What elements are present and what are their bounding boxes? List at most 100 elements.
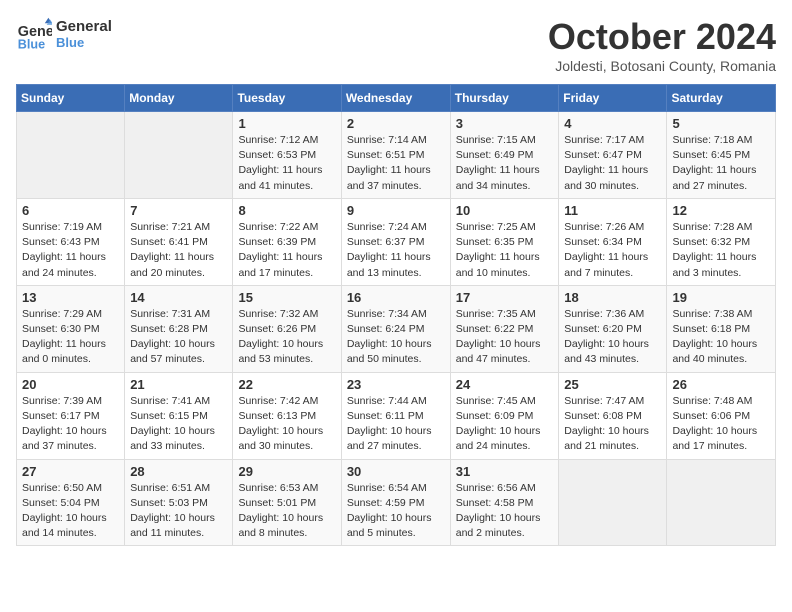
day-info: Sunrise: 7:24 AM Sunset: 6:37 PM Dayligh… xyxy=(347,220,445,281)
calendar-cell: 22Sunrise: 7:42 AM Sunset: 6:13 PM Dayli… xyxy=(233,372,341,459)
day-info: Sunrise: 7:21 AM Sunset: 6:41 PM Dayligh… xyxy=(130,220,227,281)
day-number: 25 xyxy=(564,377,661,392)
week-row-3: 20 Sunrise: 7:39 AM Sunset: 6:17 PM Dayli… xyxy=(17,372,776,459)
day-number: 6 xyxy=(22,203,119,218)
calendar-cell xyxy=(17,112,125,199)
day-number: 17 xyxy=(456,290,554,305)
week-row-1: 6Sunrise: 7:19 AM Sunset: 6:43 PM Daylig… xyxy=(17,198,776,285)
calendar-cell: 13 Sunrise: 7:29 AM Sunset: 6:30 PM Dayli… xyxy=(17,285,125,372)
header: General Blue General Blue October 2024 J… xyxy=(16,16,776,74)
logo-general: General xyxy=(56,18,112,35)
day-number: 11 xyxy=(564,203,661,218)
day-info: Sunrise: 6:51 AM Sunset: 5:03 PM Dayligh… xyxy=(130,481,227,542)
calendar-cell: 31 Sunrise: 6:56 AM Sunset: 4:58 PM Dayli… xyxy=(450,459,559,546)
calendar-cell: 23Sunrise: 7:44 AM Sunset: 6:11 PM Dayli… xyxy=(341,372,450,459)
calendar-cell: 10Sunrise: 7:25 AM Sunset: 6:35 PM Dayli… xyxy=(450,198,559,285)
calendar-cell: 4Sunrise: 7:17 AM Sunset: 6:47 PM Daylig… xyxy=(559,112,667,199)
day-info: Sunrise: 7:22 AM Sunset: 6:39 PM Dayligh… xyxy=(238,220,335,281)
calendar-cell: 28Sunrise: 6:51 AM Sunset: 5:03 PM Dayli… xyxy=(125,459,233,546)
day-number: 20 xyxy=(22,377,119,392)
svg-text:Blue: Blue xyxy=(18,37,45,51)
weekday-header-friday: Friday xyxy=(559,85,667,112)
day-number: 3 xyxy=(456,116,554,131)
day-number: 24 xyxy=(456,377,554,392)
day-number: 8 xyxy=(238,203,335,218)
calendar-cell: 12 Sunrise: 7:28 AM Sunset: 6:32 PM Dayli… xyxy=(667,198,776,285)
calendar-cell: 24 Sunrise: 7:45 AM Sunset: 6:09 PM Dayli… xyxy=(450,372,559,459)
day-number: 7 xyxy=(130,203,227,218)
calendar-cell: 2Sunrise: 7:14 AM Sunset: 6:51 PM Daylig… xyxy=(341,112,450,199)
day-number: 21 xyxy=(130,377,227,392)
location-subtitle: Joldesti, Botosani County, Romania xyxy=(548,58,776,74)
calendar-table: SundayMondayTuesdayWednesdayThursdayFrid… xyxy=(16,84,776,546)
calendar-cell: 8 Sunrise: 7:22 AM Sunset: 6:39 PM Daylig… xyxy=(233,198,341,285)
day-info: Sunrise: 7:17 AM Sunset: 6:47 PM Dayligh… xyxy=(564,133,661,194)
calendar-cell: 5Sunrise: 7:18 AM Sunset: 6:45 PM Daylig… xyxy=(667,112,776,199)
calendar-cell: 30 Sunrise: 6:54 AM Sunset: 4:59 PM Dayli… xyxy=(341,459,450,546)
calendar-cell: 6Sunrise: 7:19 AM Sunset: 6:43 PM Daylig… xyxy=(17,198,125,285)
month-title: October 2024 xyxy=(548,16,776,58)
day-info: Sunrise: 6:54 AM Sunset: 4:59 PM Dayligh… xyxy=(347,481,445,542)
day-number: 14 xyxy=(130,290,227,305)
day-number: 10 xyxy=(456,203,554,218)
day-info: Sunrise: 7:14 AM Sunset: 6:51 PM Dayligh… xyxy=(347,133,445,194)
calendar-cell: 16 Sunrise: 7:34 AM Sunset: 6:24 PM Dayli… xyxy=(341,285,450,372)
day-info: Sunrise: 7:12 AM Sunset: 6:53 PM Dayligh… xyxy=(238,133,335,194)
day-info: Sunrise: 7:26 AM Sunset: 6:34 PM Dayligh… xyxy=(564,220,661,281)
day-info: Sunrise: 7:29 AM Sunset: 6:30 PM Dayligh… xyxy=(22,307,119,368)
week-row-4: 27 Sunrise: 6:50 AM Sunset: 5:04 PM Dayli… xyxy=(17,459,776,546)
day-info: Sunrise: 7:15 AM Sunset: 6:49 PM Dayligh… xyxy=(456,133,554,194)
day-info: Sunrise: 7:35 AM Sunset: 6:22 PM Dayligh… xyxy=(456,307,554,368)
day-info: Sunrise: 7:48 AM Sunset: 6:06 PM Dayligh… xyxy=(672,394,770,455)
day-info: Sunrise: 6:50 AM Sunset: 5:04 PM Dayligh… xyxy=(22,481,119,542)
week-row-0: 1 Sunrise: 7:12 AM Sunset: 6:53 PM Daylig… xyxy=(17,112,776,199)
weekday-header-wednesday: Wednesday xyxy=(341,85,450,112)
calendar-cell: 11 Sunrise: 7:26 AM Sunset: 6:34 PM Dayli… xyxy=(559,198,667,285)
day-number: 23 xyxy=(347,377,445,392)
calendar-cell: 9Sunrise: 7:24 AM Sunset: 6:37 PM Daylig… xyxy=(341,198,450,285)
day-number: 16 xyxy=(347,290,445,305)
day-info: Sunrise: 7:31 AM Sunset: 6:28 PM Dayligh… xyxy=(130,307,227,368)
calendar-cell: 21Sunrise: 7:41 AM Sunset: 6:15 PM Dayli… xyxy=(125,372,233,459)
weekday-header-monday: Monday xyxy=(125,85,233,112)
day-info: Sunrise: 7:34 AM Sunset: 6:24 PM Dayligh… xyxy=(347,307,445,368)
weekday-header-saturday: Saturday xyxy=(667,85,776,112)
day-number: 12 xyxy=(672,203,770,218)
day-number: 30 xyxy=(347,464,445,479)
calendar-cell: 19Sunrise: 7:38 AM Sunset: 6:18 PM Dayli… xyxy=(667,285,776,372)
day-info: Sunrise: 7:28 AM Sunset: 6:32 PM Dayligh… xyxy=(672,220,770,281)
day-info: Sunrise: 7:42 AM Sunset: 6:13 PM Dayligh… xyxy=(238,394,335,455)
day-number: 1 xyxy=(238,116,335,131)
calendar-cell: 26 Sunrise: 7:48 AM Sunset: 6:06 PM Dayli… xyxy=(667,372,776,459)
logo: General Blue General Blue xyxy=(16,16,112,52)
week-row-2: 13 Sunrise: 7:29 AM Sunset: 6:30 PM Dayli… xyxy=(17,285,776,372)
calendar-cell: 17 Sunrise: 7:35 AM Sunset: 6:22 PM Dayli… xyxy=(450,285,559,372)
weekday-header-thursday: Thursday xyxy=(450,85,559,112)
calendar-cell: 18Sunrise: 7:36 AM Sunset: 6:20 PM Dayli… xyxy=(559,285,667,372)
calendar-cell: 15 Sunrise: 7:32 AM Sunset: 6:26 PM Dayli… xyxy=(233,285,341,372)
title-area: October 2024 Joldesti, Botosani County, … xyxy=(548,16,776,74)
calendar-cell xyxy=(125,112,233,199)
day-info: Sunrise: 7:47 AM Sunset: 6:08 PM Dayligh… xyxy=(564,394,661,455)
weekday-header-sunday: Sunday xyxy=(17,85,125,112)
day-number: 31 xyxy=(456,464,554,479)
logo-blue: Blue xyxy=(56,35,112,50)
day-info: Sunrise: 6:56 AM Sunset: 4:58 PM Dayligh… xyxy=(456,481,554,542)
day-info: Sunrise: 7:39 AM Sunset: 6:17 PM Dayligh… xyxy=(22,394,119,455)
day-number: 13 xyxy=(22,290,119,305)
day-number: 27 xyxy=(22,464,119,479)
day-info: Sunrise: 7:45 AM Sunset: 6:09 PM Dayligh… xyxy=(456,394,554,455)
calendar-cell: 27 Sunrise: 6:50 AM Sunset: 5:04 PM Dayli… xyxy=(17,459,125,546)
calendar-cell: 20 Sunrise: 7:39 AM Sunset: 6:17 PM Dayli… xyxy=(17,372,125,459)
calendar-cell xyxy=(667,459,776,546)
day-number: 26 xyxy=(672,377,770,392)
day-number: 15 xyxy=(238,290,335,305)
calendar-body: 1 Sunrise: 7:12 AM Sunset: 6:53 PM Daylig… xyxy=(17,112,776,546)
day-info: Sunrise: 7:32 AM Sunset: 6:26 PM Dayligh… xyxy=(238,307,335,368)
calendar-cell: 29Sunrise: 6:53 AM Sunset: 5:01 PM Dayli… xyxy=(233,459,341,546)
calendar-cell: 7 Sunrise: 7:21 AM Sunset: 6:41 PM Daylig… xyxy=(125,198,233,285)
day-number: 29 xyxy=(238,464,335,479)
day-number: 18 xyxy=(564,290,661,305)
calendar-cell: 3 Sunrise: 7:15 AM Sunset: 6:49 PM Daylig… xyxy=(450,112,559,199)
logo-icon: General Blue xyxy=(16,16,52,52)
